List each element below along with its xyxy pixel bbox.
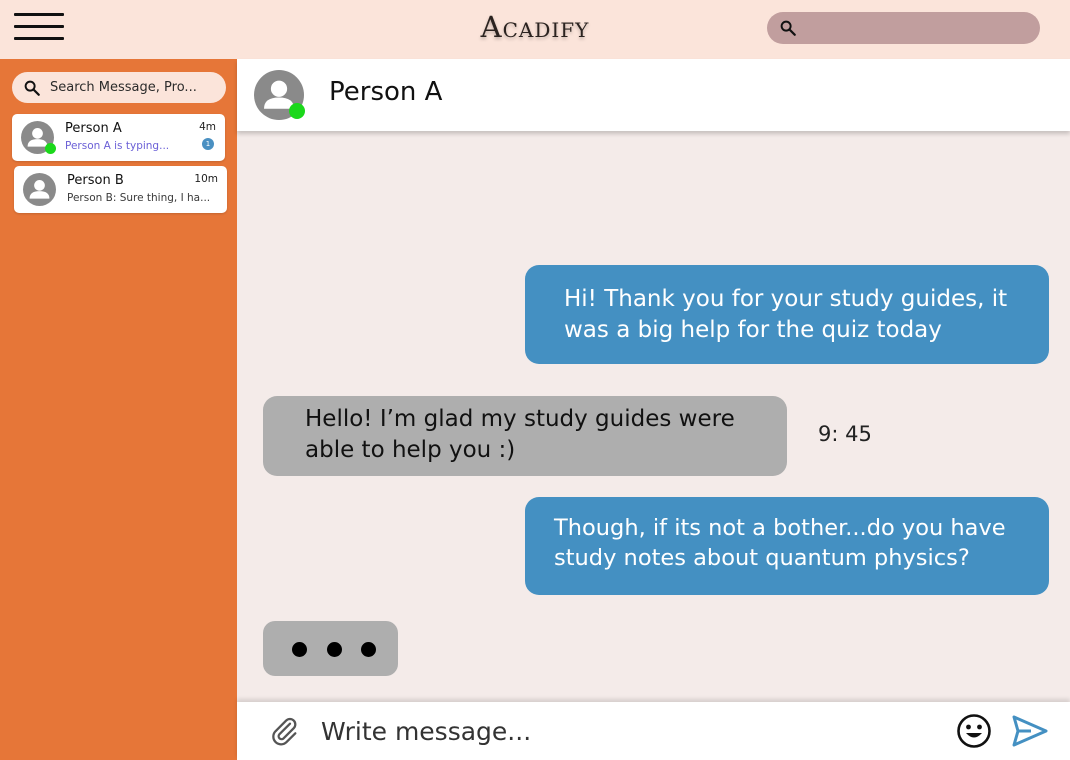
unread-badge: 1 — [202, 138, 214, 150]
typing-dot — [361, 642, 376, 657]
chat-header: Person A — [237, 59, 1070, 131]
online-status-dot — [45, 143, 56, 154]
contact-item-person-b[interactable]: Person B Person B: Sure thing, I ha... 1… — [14, 166, 227, 213]
user-avatar-icon — [23, 173, 56, 206]
sidebar-search — [12, 72, 226, 103]
contact-item-person-a[interactable]: Person A Person A is typing... 4m 1 — [12, 114, 225, 161]
sidebar-search-input[interactable] — [50, 72, 220, 103]
contact-preview: Person A is typing... — [65, 140, 170, 152]
contact-name: Person A — [65, 121, 122, 136]
contact-time: 4m — [199, 121, 216, 133]
search-icon — [780, 20, 796, 36]
typing-dot — [327, 642, 342, 657]
message-received: Hello! I’m glad my study guides were abl… — [263, 396, 787, 476]
online-status-dot — [289, 103, 305, 119]
hamburger-menu-icon[interactable] — [14, 13, 64, 41]
message-sent: Hi! Thank you for your study guides, it … — [525, 265, 1049, 364]
message-sent: Though, if its not a bother...do you hav… — [525, 497, 1049, 595]
message-composer — [237, 702, 1070, 760]
search-icon — [24, 80, 40, 96]
message-input[interactable] — [321, 710, 921, 752]
typing-dot — [292, 642, 307, 657]
send-icon[interactable] — [1011, 714, 1049, 748]
contact-name: Person B — [67, 173, 124, 188]
contact-preview: Person B: Sure thing, I ha... — [67, 192, 211, 204]
sidebar: Person A Person A is typing... 4m 1 Pers… — [0, 59, 237, 760]
top-search-field[interactable] — [767, 12, 1040, 44]
smiley-icon[interactable] — [956, 713, 992, 749]
paperclip-icon[interactable] — [268, 714, 300, 748]
chat-contact-name: Person A — [329, 77, 443, 107]
contact-time: 10m — [194, 173, 218, 185]
top-bar: Acadify — [0, 0, 1070, 59]
message-timestamp: 9: 45 — [818, 422, 872, 446]
typing-indicator — [263, 621, 398, 676]
